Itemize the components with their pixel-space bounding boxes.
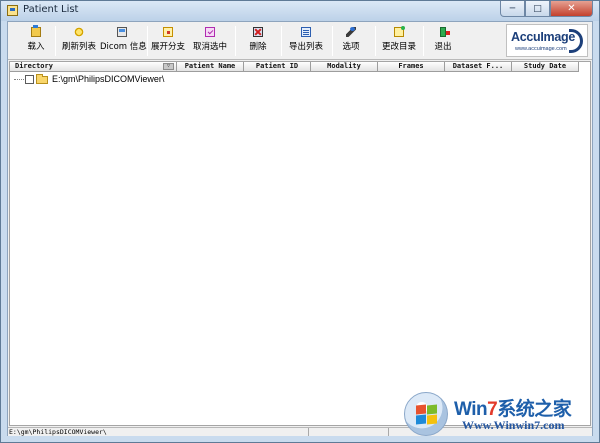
star-refresh-icon <box>74 27 84 37</box>
export-list-button[interactable]: 导出列表 <box>286 25 326 57</box>
export-list-button-label: 导出列表 <box>288 42 323 52</box>
column-header-dataset-f[interactable]: Dataset F... <box>445 62 512 72</box>
change-directory-button-label: 更改目录 <box>381 42 416 52</box>
options-button-label: 选项 <box>342 42 360 52</box>
column-header-patient-name[interactable]: Patient Name <box>177 62 244 72</box>
delete-icon <box>253 27 263 37</box>
checkbox-uncheck-icon <box>205 27 215 37</box>
status-panel <box>308 428 388 436</box>
toolbar-separator <box>235 26 236 56</box>
directory-label[interactable]: E:\gm\PhilipsDICOMViewer\ <box>52 74 164 84</box>
patient-grid[interactable]: Directory ▽ Patient Name Patient ID Moda… <box>9 61 591 426</box>
folder-open-icon <box>31 25 41 37</box>
change-directory-button[interactable]: 更改目录 <box>380 25 418 57</box>
maximize-button[interactable]: □ <box>525 1 550 17</box>
minimize-button[interactable]: ─ <box>500 1 525 17</box>
dicom-info-button[interactable]: Dicom 信息 <box>100 25 147 57</box>
column-header-label: Directory <box>15 62 53 70</box>
close-button[interactable]: ✕ <box>550 1 593 17</box>
logo-swoosh-icon <box>569 29 583 53</box>
winwin7-watermark: Win7系统之家 Www.Winwin7.com <box>404 390 600 440</box>
logo-subtext: www.accuimage.com <box>515 46 567 52</box>
logo-text: AccuImage <box>511 30 575 44</box>
windows-orb-icon <box>404 392 448 436</box>
watermark-title: Win7系统之家 <box>454 399 572 420</box>
toolbar-separator <box>281 26 282 56</box>
options-button[interactable]: 选项 <box>338 25 364 57</box>
column-header-directory[interactable]: Directory ▽ <box>10 62 177 72</box>
exit-door-icon <box>440 27 450 37</box>
toolbar-separator <box>332 26 333 56</box>
column-header-frames[interactable]: Frames <box>378 62 445 72</box>
client-area: 载入 刷新列表 Dicom 信息 展开分支 取消选中 删除 导出列表 选项 更改… <box>7 21 593 436</box>
expand-branch-button-label: 展开分支 <box>150 42 185 52</box>
dicom-info-button-label: Dicom 信息 <box>100 42 147 52</box>
tree-row[interactable]: E:\gm\PhilipsDICOMViewer\ <box>10 73 310 87</box>
change-directory-icon <box>394 26 405 37</box>
toolbar-separator <box>147 26 148 56</box>
toolbar: 载入 刷新列表 Dicom 信息 展开分支 取消选中 删除 导出列表 选项 更改… <box>8 22 592 60</box>
toolbar-separator <box>375 26 376 56</box>
monitor-info-icon <box>117 27 127 37</box>
delete-button[interactable]: 删除 <box>244 25 272 57</box>
patient-list-window: Patient List ─ □ ✕ 载入 刷新列表 Dicom 信息 展开分支… <box>0 0 600 443</box>
refresh-list-button-label: 刷新列表 <box>61 42 96 52</box>
row-checkbox[interactable] <box>25 75 34 84</box>
folder-icon <box>36 74 48 84</box>
window-controls: ─ □ ✕ <box>500 1 593 17</box>
column-header-patient-id[interactable]: Patient ID <box>244 62 311 72</box>
options-icon <box>346 27 356 37</box>
column-filter-icon[interactable]: ▽ <box>163 63 174 70</box>
watermark-url: Www.Winwin7.com <box>462 418 565 432</box>
toolbar-separator <box>55 26 56 56</box>
window-title: Patient List <box>23 4 79 15</box>
title-bar[interactable]: Patient List ─ □ ✕ <box>1 1 599 21</box>
uncheck-button[interactable]: 取消选中 <box>189 25 231 57</box>
accuimage-logo: AccuImage www.accuimage.com <box>506 24 588 57</box>
column-header-study-date[interactable]: Study Date <box>512 62 579 72</box>
delete-button-label: 删除 <box>249 42 267 52</box>
windows-flag-icon <box>416 404 438 425</box>
exit-button[interactable]: 退出 <box>430 25 456 57</box>
uncheck-button-label: 取消选中 <box>192 42 227 52</box>
status-path: E:\gm\PhilipsDICOMViewer\ <box>9 428 107 436</box>
toolbar-separator <box>423 26 424 56</box>
expand-branch-button[interactable]: 展开分支 <box>149 25 187 57</box>
load-button[interactable]: 载入 <box>22 25 50 57</box>
refresh-list-button[interactable]: 刷新列表 <box>60 25 98 57</box>
export-list-icon <box>301 27 311 37</box>
expand-tree-icon <box>163 27 173 37</box>
exit-button-label: 退出 <box>434 42 452 52</box>
load-button-label: 载入 <box>27 42 45 52</box>
app-icon <box>7 5 18 16</box>
column-header-modality[interactable]: Modality <box>311 62 378 72</box>
